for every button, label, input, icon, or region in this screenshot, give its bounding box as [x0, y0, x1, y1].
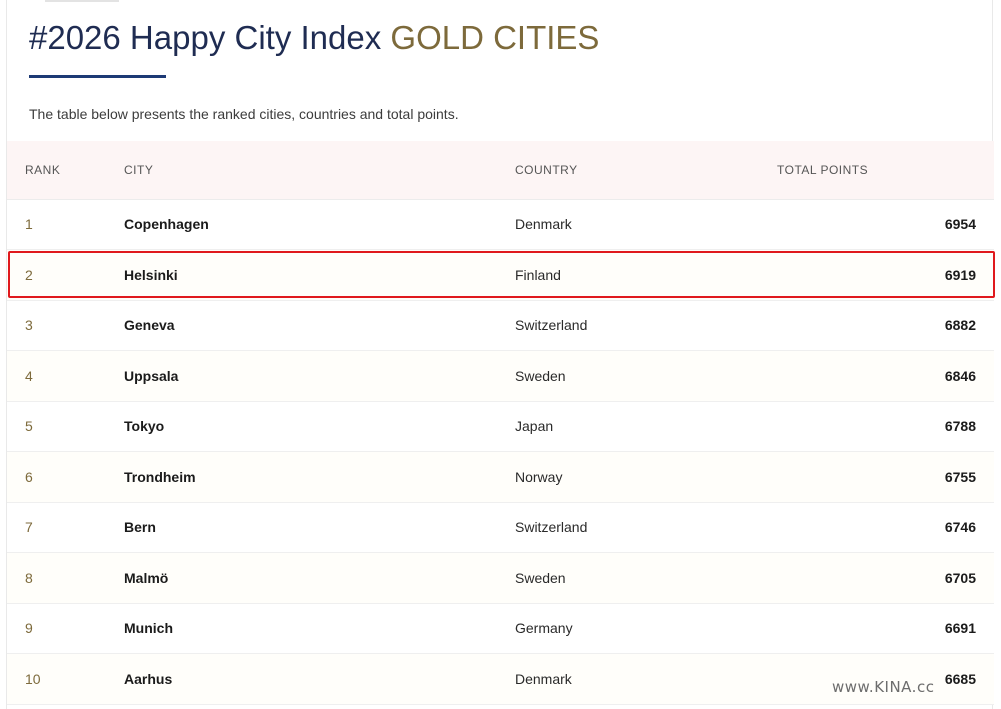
city-cell: Bern — [124, 502, 515, 553]
table-row-highlighted[interactable]: 2 Helsinki Finland 6919 — [7, 249, 994, 301]
column-header-city[interactable]: CITY — [124, 141, 515, 200]
rank-cell: 7 — [7, 502, 124, 553]
rank-cell: 9 — [7, 603, 124, 654]
country-cell: Germany — [515, 603, 777, 654]
rank-cell: 10 — [7, 653, 124, 705]
country-cell: Switzerland — [515, 300, 777, 351]
rank-cell: 3 — [7, 300, 124, 351]
page-title-accent: GOLD CITIES — [390, 19, 600, 56]
table-row[interactable]: 9 Munich Germany 6691 — [7, 603, 994, 654]
country-cell: Finland — [515, 249, 777, 301]
city-cell: Helsinki — [124, 249, 515, 301]
table-row[interactable]: 5 Tokyo Japan 6788 — [7, 401, 994, 452]
content-card: #2026 Happy City Index GOLD CITIES The t… — [6, 0, 994, 709]
city-cell: Tokyo — [124, 401, 515, 452]
table-row[interactable]: 1 Copenhagen Denmark 6954 — [7, 199, 994, 250]
table-row[interactable]: 8 Malmö Sweden 6705 — [7, 552, 994, 604]
country-cell: Denmark — [515, 653, 777, 705]
city-cell: Aarhus — [124, 653, 515, 705]
country-cell: Sweden — [515, 552, 777, 604]
country-cell: Sweden — [515, 350, 777, 402]
city-cell: Geneva — [124, 300, 515, 351]
watermark: www.KINA.cc — [832, 678, 935, 696]
country-cell: Switzerland — [515, 502, 777, 553]
intro-text: The table below presents the ranked citi… — [29, 106, 459, 122]
rank-cell: 8 — [7, 552, 124, 604]
table-header-row: RANK CITY COUNTRY TOTAL POINTS — [7, 141, 994, 200]
top-tab-decoration — [45, 0, 119, 2]
rank-cell: 4 — [7, 350, 124, 402]
rank-cell: 5 — [7, 401, 124, 452]
country-cell: Denmark — [515, 199, 777, 250]
points-cell: 6746 — [777, 502, 994, 553]
city-cell: Trondheim — [124, 451, 515, 503]
points-cell: 6755 — [777, 451, 994, 503]
rank-cell: 6 — [7, 451, 124, 503]
rank-cell: 2 — [7, 249, 124, 301]
page-title-main: #2026 Happy City Index — [29, 19, 382, 56]
ranking-table: RANK CITY COUNTRY TOTAL POINTS 1 Copenha… — [7, 141, 994, 705]
table-row[interactable]: 7 Bern Switzerland 6746 — [7, 502, 994, 553]
points-cell: 6691 — [777, 603, 994, 654]
title-underline — [29, 75, 166, 78]
column-header-total-points[interactable]: TOTAL POINTS — [777, 141, 994, 200]
page-title: #2026 Happy City Index GOLD CITIES — [29, 16, 599, 60]
city-cell: Munich — [124, 603, 515, 654]
points-cell: 6919 — [777, 249, 994, 301]
table-row[interactable]: 4 Uppsala Sweden 6846 — [7, 350, 994, 402]
rank-cell: 1 — [7, 199, 124, 250]
column-header-rank[interactable]: RANK — [7, 141, 124, 200]
city-cell: Malmö — [124, 552, 515, 604]
table-row[interactable]: 6 Trondheim Norway 6755 — [7, 451, 994, 503]
city-cell: Uppsala — [124, 350, 515, 402]
country-cell: Norway — [515, 451, 777, 503]
points-cell: 6882 — [777, 300, 994, 351]
points-cell: 6705 — [777, 552, 994, 604]
table-row[interactable]: 3 Geneva Switzerland 6882 — [7, 300, 994, 351]
points-cell: 6788 — [777, 401, 994, 452]
points-cell: 6846 — [777, 350, 994, 402]
country-cell: Japan — [515, 401, 777, 452]
points-cell: 6954 — [777, 199, 994, 250]
city-cell: Copenhagen — [124, 199, 515, 250]
column-header-country[interactable]: COUNTRY — [515, 141, 777, 200]
